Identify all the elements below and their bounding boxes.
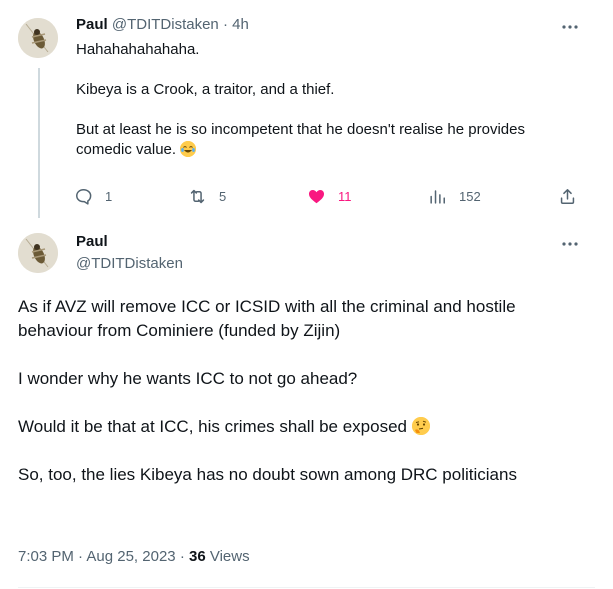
- post-date[interactable]: Aug 25, 2023: [86, 548, 175, 565]
- separator: ·: [179, 548, 185, 565]
- views-count: 36: [188, 548, 206, 565]
- tweet-paragraph: I wonder why he wants ICC to not go ahea…: [18, 369, 358, 388]
- tweet1-text: Hahahahahahaha. Kibeya is a Crook, a tra…: [76, 40, 576, 160]
- analytics-icon: [430, 189, 445, 204]
- tweet2-text: As if AVZ will remove ICC or ICSID with …: [18, 295, 588, 487]
- divider: [18, 587, 595, 588]
- more-options-icon[interactable]: [559, 237, 581, 257]
- user-handle[interactable]: @TDITDistaken: [76, 254, 183, 274]
- display-name[interactable]: Paul: [76, 16, 108, 33]
- tweet1-header: Paul @TDITDistaken · 4h: [76, 15, 249, 35]
- repost-icon: [190, 189, 205, 203]
- tweet-paragraph-with-emoji: But at least he is so incompetent that h…: [76, 120, 576, 160]
- post-time[interactable]: 7:03 PM: [18, 548, 74, 565]
- tweet-paragraph: Kibeya is a Crook, a traitor, and a thie…: [76, 81, 335, 98]
- tweet-paragraph: Would it be that at ICC, his crimes shal…: [18, 417, 407, 436]
- tweet-paragraph: As if AVZ will remove ICC or ICSID with …: [18, 297, 516, 340]
- heart-filled-icon: [308, 189, 325, 203]
- repost-count: 5: [219, 188, 227, 204]
- separator: ·: [78, 548, 84, 565]
- reply-icon: [76, 188, 92, 205]
- tweet-paragraph-with-emoji: Would it be that at ICC, his crimes shal…: [18, 415, 588, 439]
- tweet1-action-bar: 1 5 11 152: [66, 182, 586, 210]
- tweet-paragraph: So, too, the lies Kibeya has no doubt so…: [18, 465, 517, 484]
- avatar-image: [18, 18, 58, 58]
- view-count: 152: [459, 188, 481, 204]
- tweet-metadata: 7:03 PM · Aug 25, 2023 · 36 Views: [18, 547, 250, 567]
- timestamp[interactable]: 4h: [232, 16, 249, 33]
- tweet-paragraph: But at least he is so incompetent that h…: [76, 121, 525, 158]
- views-button[interactable]: 152: [428, 182, 481, 210]
- avatar[interactable]: [18, 233, 58, 273]
- avatar-image: [18, 233, 58, 273]
- tweet-paragraph: Hahahahahahaha.: [76, 41, 200, 58]
- avatar[interactable]: [18, 18, 58, 58]
- share-icon: [560, 188, 575, 204]
- share-button[interactable]: [558, 182, 589, 210]
- reply-button[interactable]: 1: [74, 182, 112, 210]
- thread-connector: [38, 68, 40, 218]
- repost-button[interactable]: 5: [188, 182, 226, 210]
- thinking-face-icon: [411, 417, 430, 435]
- reply-count: 1: [105, 188, 113, 204]
- like-count: 11: [338, 188, 352, 204]
- like-button[interactable]: 11: [307, 182, 352, 210]
- user-handle[interactable]: @TDITDistaken: [112, 16, 219, 33]
- face-with-tears-of-joy-icon: [180, 141, 197, 157]
- separator: ·: [222, 16, 228, 33]
- views-label: Views: [209, 548, 250, 565]
- display-name[interactable]: Paul: [76, 232, 108, 252]
- more-options-icon[interactable]: [559, 20, 581, 40]
